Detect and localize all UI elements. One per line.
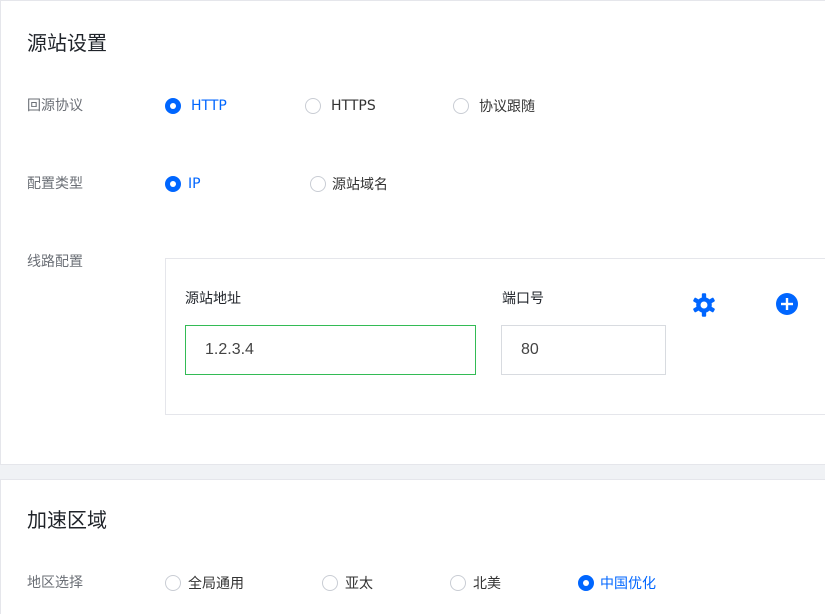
radio-checked-icon — [578, 575, 594, 591]
radio-region-china-optimized[interactable]: 中国优化 — [578, 573, 656, 593]
radio-region-apac[interactable]: 亚太 — [322, 573, 373, 593]
origin-address-label: 源站地址 — [185, 291, 241, 307]
radio-unchecked-icon — [450, 575, 466, 591]
gear-icon[interactable] — [691, 292, 717, 318]
section-title-origin-settings: 源站设置 — [27, 31, 107, 55]
radio-region-global[interactable]: 全局通用 — [165, 573, 244, 593]
radio-label: 全局通用 — [188, 576, 244, 592]
radio-config-domain[interactable]: 源站域名 — [310, 174, 388, 194]
radio-config-ip[interactable]: IP — [165, 174, 201, 194]
protocol-label: 回源协议 — [27, 98, 83, 114]
acceleration-region-card: 加速区域 地区选择 全局通用 亚太 北美 中国优化 — [0, 479, 825, 614]
radio-label: 北美 — [473, 576, 501, 592]
radio-unchecked-icon — [305, 98, 321, 114]
plus-circle-icon[interactable] — [775, 292, 799, 316]
radio-protocol-https[interactable]: HTTPS — [305, 96, 376, 116]
radio-label: HTTP — [191, 98, 227, 114]
radio-checked-icon — [165, 98, 181, 114]
radio-label: 协议跟随 — [479, 99, 535, 115]
route-config-label: 线路配置 — [27, 254, 83, 270]
radio-label: 源站域名 — [332, 177, 388, 193]
radio-label: HTTPS — [331, 98, 376, 114]
radio-region-north-america[interactable]: 北美 — [450, 573, 501, 593]
radio-checked-icon — [165, 176, 181, 192]
radio-unchecked-icon — [453, 98, 469, 114]
origin-settings-card: 源站设置 回源协议 HTTP HTTPS 协议跟随 配置类型 IP 源站域名 线… — [0, 0, 825, 465]
radio-protocol-http[interactable]: HTTP — [165, 96, 227, 116]
radio-label: 中国优化 — [600, 576, 656, 592]
radio-unchecked-icon — [165, 575, 181, 591]
port-label: 端口号 — [502, 291, 544, 307]
radio-protocol-follow[interactable]: 协议跟随 — [453, 96, 535, 116]
radio-label: 亚太 — [345, 576, 373, 592]
section-title-acceleration-region: 加速区域 — [27, 508, 107, 532]
region-label: 地区选择 — [27, 575, 83, 591]
radio-unchecked-icon — [310, 176, 326, 192]
radio-label: IP — [188, 176, 201, 192]
port-input[interactable] — [501, 325, 666, 375]
config-type-label: 配置类型 — [27, 176, 83, 192]
route-config-panel: 源站地址 端口号 — [165, 258, 825, 415]
radio-unchecked-icon — [322, 575, 338, 591]
origin-address-input[interactable] — [185, 325, 476, 375]
